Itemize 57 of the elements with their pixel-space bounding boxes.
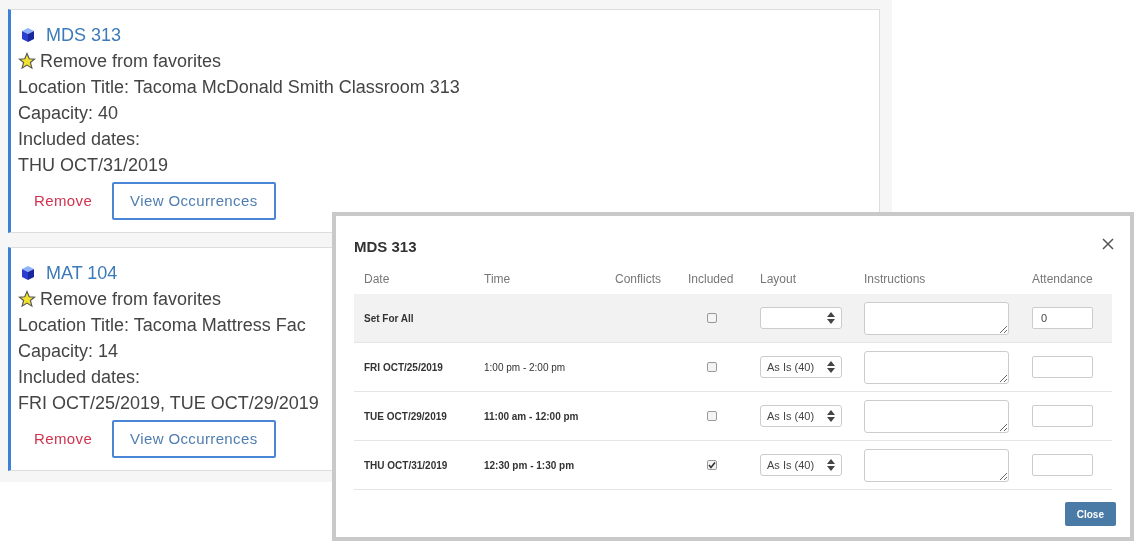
date-cell-text: FRI OCT/25/2019	[364, 360, 444, 375]
view-occurrences-button[interactable]: View Occurrences	[112, 182, 276, 220]
attendance-field[interactable]: 0	[1032, 307, 1093, 329]
location-title: Location Title: Tacoma Mattress Fac	[18, 314, 306, 337]
instructions-field[interactable]	[864, 301, 1009, 335]
include-checkbox[interactable]	[707, 411, 717, 421]
column-header: Included	[688, 271, 735, 288]
include-checkbox[interactable]	[707, 313, 717, 323]
cube-icon	[20, 27, 36, 43]
column-header: Attendance	[1032, 271, 1094, 288]
instructions-field[interactable]	[864, 448, 1009, 482]
date-cell-text: Set For All	[364, 311, 415, 326]
cube-icon	[20, 265, 36, 281]
included-dates-label: Included dates:	[18, 366, 141, 389]
layout-select[interactable]: As Is (40)	[760, 405, 842, 427]
date-cell-text: TUE OCT/29/2019	[364, 409, 448, 424]
include-checkbox[interactable]	[707, 362, 717, 372]
location-link[interactable]: MAT 104	[46, 260, 118, 286]
layout-select[interactable]: As Is (40)	[760, 454, 842, 476]
included-dates-label: Included dates:	[18, 128, 141, 151]
capacity-text: Capacity: 14	[18, 340, 119, 363]
updown-icon	[827, 410, 835, 422]
updown-icon	[827, 361, 835, 373]
column-header: Layout	[760, 271, 798, 288]
dialog-title: MDS 313	[354, 236, 417, 257]
remove-favorite-link[interactable]: Remove from favorites	[40, 48, 222, 74]
star-icon	[18, 52, 36, 70]
column-header: Date	[364, 271, 391, 288]
instructions-field[interactable]	[864, 350, 1009, 384]
time-cell-text: 11:00 am - 12:00 pm	[484, 409, 580, 424]
attendance-field[interactable]	[1032, 454, 1093, 476]
column-header: Conflicts	[615, 271, 662, 288]
location-link[interactable]: MDS 313	[46, 22, 122, 48]
star-icon	[18, 290, 36, 308]
remove-button[interactable]: Remove	[34, 426, 93, 452]
capacity-text: Capacity: 40	[18, 102, 119, 125]
remove-button[interactable]: Remove	[34, 188, 93, 214]
column-header: Instructions	[864, 271, 927, 288]
layout-select[interactable]: As Is (40)	[760, 356, 842, 378]
included-dates: THU OCT/31/2019	[18, 154, 169, 177]
included-dates: FRI OCT/25/2019, TUE OCT/29/2019	[18, 392, 319, 415]
time-cell-text: 12:30 pm - 1:30 pm	[484, 458, 576, 473]
location-title: Location Title: Tacoma McDonald Smith Classroom 313	[18, 76, 460, 99]
layout-select[interactable]	[760, 307, 842, 329]
include-checkbox[interactable]	[707, 460, 717, 470]
updown-icon	[827, 459, 835, 471]
view-occurrences-button[interactable]: View Occurrences	[112, 420, 276, 458]
close-button[interactable]: Close	[1064, 502, 1116, 526]
instructions-field[interactable]	[864, 399, 1009, 433]
attendance-field[interactable]	[1032, 405, 1093, 427]
remove-favorite-link[interactable]: Remove from favorites	[40, 286, 222, 312]
column-header: Time	[484, 271, 512, 288]
date-cell-text: THU OCT/31/2019	[364, 458, 449, 473]
close-icon[interactable]	[1102, 238, 1114, 250]
attendance-field[interactable]	[1032, 356, 1093, 378]
time-cell-text: 1:00 pm - 2:00 pm	[484, 360, 567, 375]
updown-icon	[827, 312, 835, 324]
